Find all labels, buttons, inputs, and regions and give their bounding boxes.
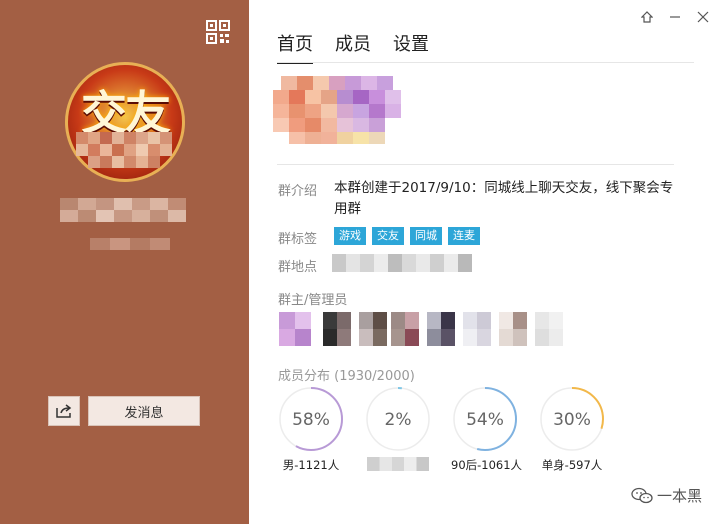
group-id-mosaic (60, 198, 190, 226)
tab-divider (277, 62, 694, 63)
progress-ring: 54% (453, 387, 517, 451)
distribution-circles: 58% 男-1121人 2% 54% 90后-1061人 30% 单身-597人 (277, 385, 606, 474)
distribution-caption: 单身-597人 (541, 458, 603, 472)
profile-sidebar: 交友 发消息 (0, 0, 249, 524)
distribution-item: 58% 男-1121人 (277, 385, 345, 474)
intro-label: 群介绍 (278, 184, 318, 199)
window-controls (640, 10, 710, 24)
tag-game[interactable]: 游戏 (334, 227, 366, 245)
admins-label: 群主/管理员 (278, 293, 348, 308)
wechat-icon (631, 487, 653, 503)
minimize-icon[interactable] (668, 10, 682, 24)
watermark: 一本黑 (631, 485, 702, 506)
admin-avatars-mosaic[interactable] (279, 312, 574, 346)
location-mosaic (332, 254, 482, 272)
group-meta-mosaic (90, 238, 170, 252)
group-photos-mosaic[interactable] (273, 76, 413, 148)
group-info-panel: 首页 成员 设置 群介绍 本群创建于2017/9/10：同城线上聊天交友，线下聚… (249, 0, 724, 524)
tag-list: 游戏 交友 同城 连麦 (334, 227, 480, 245)
tab-settings[interactable]: 设置 (393, 30, 429, 64)
location-label: 群地点 (278, 260, 318, 275)
group-profile-window: 交友 发消息 首页 成员 设置 群介绍 本群创建于2017/9/10：同城线上聊… (0, 0, 724, 524)
intro-text: 本群创建于2017/9/10：同城线上聊天交友，线下聚会专用群 (334, 180, 674, 217)
percent-text: 58% (292, 410, 330, 430)
distribution-caption: 男-1121人 (282, 458, 340, 472)
percent-text: 2% (385, 410, 412, 430)
tab-bar: 首页 成员 设置 (277, 30, 429, 64)
member-distribution-label: 成员分布 (1930/2000) (278, 369, 415, 384)
share-button[interactable] (48, 396, 80, 426)
share-icon (56, 404, 72, 418)
section-divider (277, 164, 674, 165)
tab-members[interactable]: 成员 (335, 30, 371, 64)
percent-text: 54% (466, 410, 504, 430)
close-icon[interactable] (696, 10, 710, 24)
skin-icon[interactable] (640, 10, 654, 24)
watermark-text: 一本黑 (656, 487, 702, 505)
tag-dating[interactable]: 交友 (372, 227, 404, 245)
distribution-item: 2% (364, 385, 432, 474)
percent-text: 30% (553, 410, 591, 430)
tab-home[interactable]: 首页 (277, 30, 313, 64)
send-message-button[interactable]: 发消息 (88, 396, 200, 426)
tags-label: 群标签 (278, 232, 318, 247)
distribution-caption (364, 457, 432, 474)
distribution-caption: 90后-1061人 (451, 458, 523, 472)
tag-local[interactable]: 同城 (410, 227, 442, 245)
distribution-item: 54% 90后-1061人 (451, 385, 523, 474)
progress-ring: 58% (279, 387, 343, 451)
progress-ring: 2% (366, 387, 430, 451)
distribution-item: 30% 单身-597人 (538, 385, 606, 474)
caption-mosaic (367, 457, 429, 471)
group-name-mosaic (76, 132, 180, 180)
progress-ring: 30% (540, 387, 604, 451)
qr-code-icon[interactable] (206, 20, 230, 44)
tag-voice[interactable]: 连麦 (448, 227, 480, 245)
